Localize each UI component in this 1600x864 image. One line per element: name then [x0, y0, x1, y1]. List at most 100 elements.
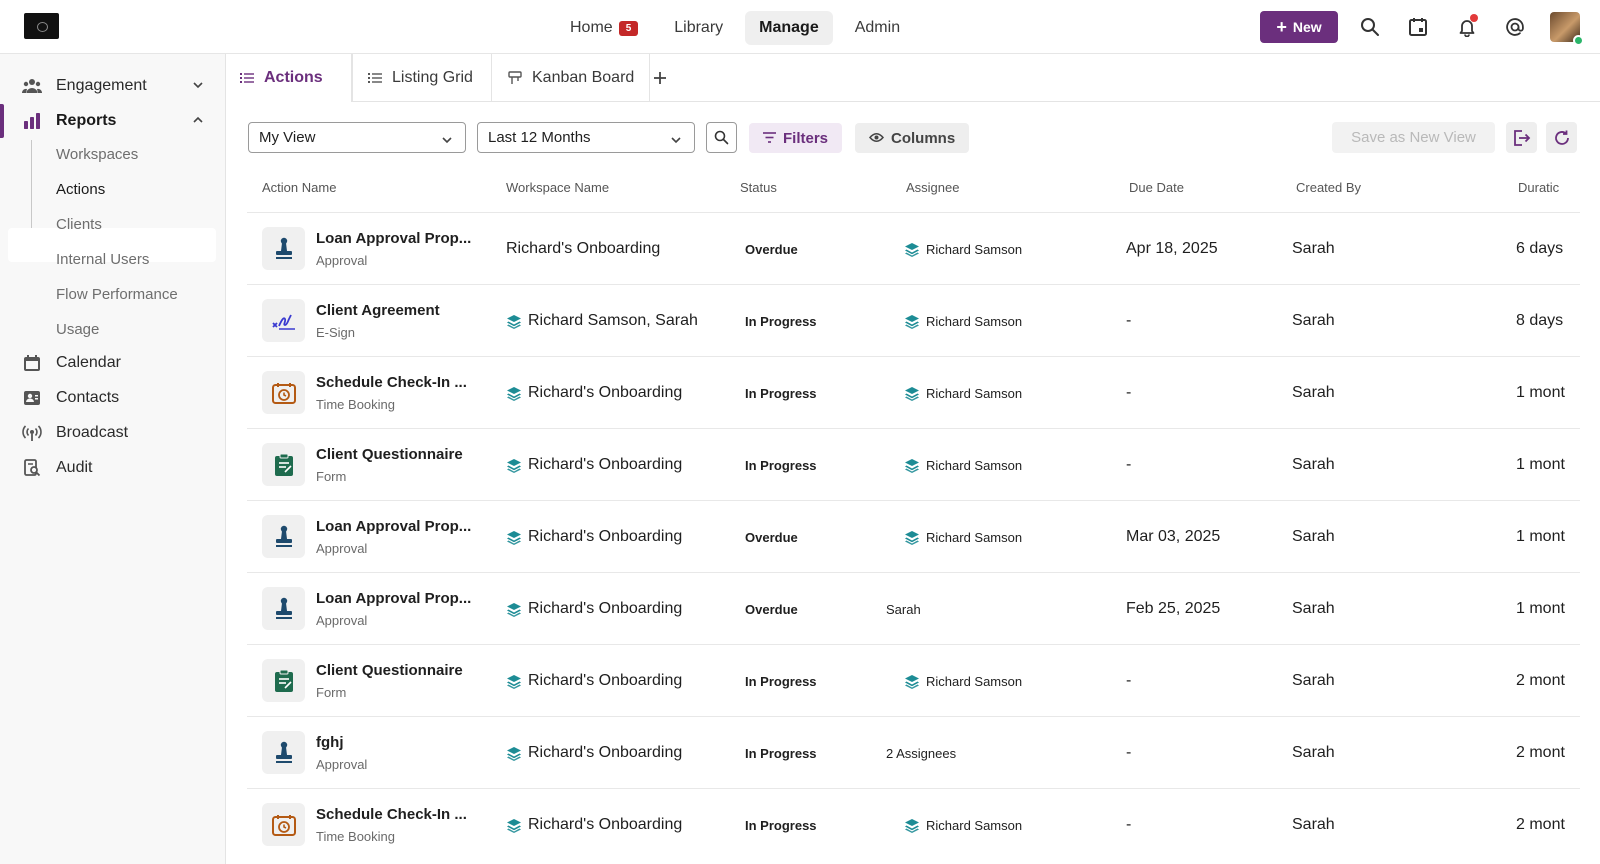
calendar-clock-icon	[262, 803, 305, 846]
assignee[interactable]: Richard Samson	[904, 530, 1022, 545]
refresh-button[interactable]	[1546, 122, 1577, 153]
chevron-up-icon[interactable]	[192, 113, 204, 131]
created-by: Sarah	[1292, 240, 1335, 257]
workspace-name[interactable]: Richard Samson, Sarah	[506, 312, 698, 330]
created-by: Sarah	[1292, 528, 1335, 545]
column-header-duration[interactable]: Duratic	[1518, 180, 1578, 195]
tab-kanban-board-label: Kanban Board	[532, 69, 635, 86]
action-name[interactable]: Loan Approval Prop...	[316, 230, 471, 247]
table-row[interactable]: Schedule Check-In ... Time Booking Richar…	[247, 788, 1580, 861]
nav-library[interactable]: Library	[660, 11, 737, 45]
tab-kanban-board[interactable]: Kanban Board	[492, 54, 650, 102]
sidebar-item-reports[interactable]: Reports	[0, 104, 226, 138]
column-header-workspace-name[interactable]: Workspace Name	[506, 180, 609, 195]
action-name[interactable]: fghj	[316, 734, 344, 751]
assignee[interactable]: Richard Samson	[904, 242, 1022, 257]
assignee-layers-icon	[904, 674, 920, 689]
notification-dot	[1470, 14, 1478, 22]
workspace-name[interactable]: Richard's Onboarding	[506, 816, 682, 834]
duration: 1 mont	[1516, 528, 1565, 545]
calendar-icon[interactable]	[1406, 15, 1430, 39]
action-name[interactable]: Client Questionnaire	[316, 662, 463, 679]
sidebar-sub-internal-users[interactable]: Internal Users	[56, 251, 149, 268]
created-by: Sarah	[1292, 312, 1335, 329]
assignee[interactable]: 2 Assignees	[886, 746, 956, 761]
export-button[interactable]	[1506, 122, 1537, 153]
list-icon	[240, 72, 254, 84]
table-row[interactable]: Client Agreement E-Sign Richard Samson, S…	[247, 284, 1580, 357]
assignee[interactable]: Richard Samson	[904, 818, 1022, 833]
assignee[interactable]: Richard Samson	[904, 314, 1022, 329]
view-select[interactable]: My View	[248, 122, 466, 153]
nav-manage[interactable]: Manage	[745, 11, 833, 45]
calendar-clock-icon	[262, 371, 305, 414]
workspace-name[interactable]: Richard's Onboarding	[506, 672, 682, 690]
kanban-icon	[508, 71, 522, 85]
sidebar: Engagement Reports Workspaces Actions Cl…	[0, 54, 226, 864]
created-by: Sarah	[1292, 384, 1335, 401]
new-button[interactable]: + New	[1260, 11, 1338, 43]
sidebar-item-engagement[interactable]: Engagement	[0, 69, 226, 103]
assignee[interactable]: Richard Samson	[904, 674, 1022, 689]
table-row[interactable]: Loan Approval Prop... Approval Richard's …	[247, 572, 1580, 645]
sidebar-sub-actions[interactable]: Actions	[56, 181, 105, 198]
table-row[interactable]: Loan Approval Prop... Approval Richard's O…	[247, 212, 1580, 285]
sidebar-item-contacts[interactable]: Contacts	[0, 381, 226, 415]
action-name[interactable]: Loan Approval Prop...	[316, 518, 471, 535]
table-row[interactable]: Client Questionnaire Form Richard's Onboa…	[247, 428, 1580, 501]
list-icon	[368, 72, 382, 84]
assignee[interactable]: Richard Samson	[904, 386, 1022, 401]
date-range-select[interactable]: Last 12 Months	[477, 122, 695, 153]
assignee-layers-icon	[904, 242, 920, 257]
due-date: Mar 03, 2025	[1126, 528, 1221, 545]
workspace-name[interactable]: Richard's Onboarding	[506, 240, 660, 258]
column-header-due-date[interactable]: Due Date	[1129, 180, 1184, 195]
sidebar-sub-usage[interactable]: Usage	[56, 321, 99, 338]
action-name[interactable]: Schedule Check-In ...	[316, 374, 467, 391]
sidebar-item-calendar[interactable]: Calendar	[0, 346, 226, 380]
action-name[interactable]: Loan Approval Prop...	[316, 590, 471, 607]
workspace-name[interactable]: Richard's Onboarding	[506, 528, 682, 546]
action-name[interactable]: Client Questionnaire	[316, 446, 463, 463]
add-tab-button[interactable]	[648, 66, 672, 90]
filters-button[interactable]: Filters	[749, 123, 843, 153]
tab-listing-grid[interactable]: Listing Grid	[352, 54, 492, 102]
workspace-name[interactable]: Richard's Onboarding	[506, 384, 682, 402]
bell-icon[interactable]	[1455, 14, 1479, 39]
column-header-action-name[interactable]: Action Name	[262, 180, 336, 195]
column-header-status[interactable]: Status	[740, 180, 777, 195]
save-as-new-view-button[interactable]: Save as New View	[1332, 122, 1495, 153]
search-icon[interactable]	[1358, 15, 1382, 39]
action-name[interactable]: Client Agreement	[316, 302, 440, 319]
nav-admin[interactable]: Admin	[841, 11, 914, 45]
sidebar-sub-workspaces[interactable]: Workspaces	[56, 146, 138, 163]
column-header-created-by[interactable]: Created By	[1296, 180, 1361, 195]
workspace-name[interactable]: Richard's Onboarding	[506, 600, 682, 618]
table-row[interactable]: Schedule Check-In ... Time Booking Richar…	[247, 356, 1580, 429]
action-name[interactable]: Schedule Check-In ...	[316, 806, 467, 823]
workspace-name[interactable]: Richard's Onboarding	[506, 456, 682, 474]
sidebar-item-audit[interactable]: Audit	[0, 451, 226, 485]
assignee[interactable]: Richard Samson	[904, 458, 1022, 473]
export-icon	[1513, 129, 1530, 146]
nav-home[interactable]: Home 5	[556, 11, 652, 45]
sidebar-sub-clients[interactable]: Clients	[56, 216, 102, 233]
company-logo[interactable]	[24, 13, 59, 39]
table-search-button[interactable]	[706, 122, 737, 153]
chevron-down-icon[interactable]	[192, 78, 204, 96]
columns-button[interactable]: Columns	[855, 123, 970, 153]
workspace-name-text: Richard's Onboarding	[528, 528, 683, 545]
mention-icon[interactable]	[1503, 15, 1527, 39]
table-row[interactable]: Loan Approval Prop... Approval Richard's …	[247, 500, 1580, 573]
workspace-name[interactable]: Richard's Onboarding	[506, 744, 682, 762]
assignee-text: Richard Samson	[926, 674, 1023, 689]
tab-actions[interactable]: Actions	[226, 54, 352, 103]
user-avatar[interactable]	[1550, 12, 1584, 46]
column-header-assignee[interactable]: Assignee	[906, 180, 959, 195]
table-row[interactable]: fghj Approval Richard's Onboarding In Prog…	[247, 716, 1580, 789]
table-row[interactable]: Client Questionnaire Form Richard's Onboa…	[247, 644, 1580, 717]
sidebar-item-broadcast[interactable]: Broadcast	[0, 416, 226, 450]
action-type: Form	[316, 469, 347, 484]
sidebar-sub-flow-performance[interactable]: Flow Performance	[56, 286, 178, 303]
assignee[interactable]: Sarah	[886, 602, 921, 617]
